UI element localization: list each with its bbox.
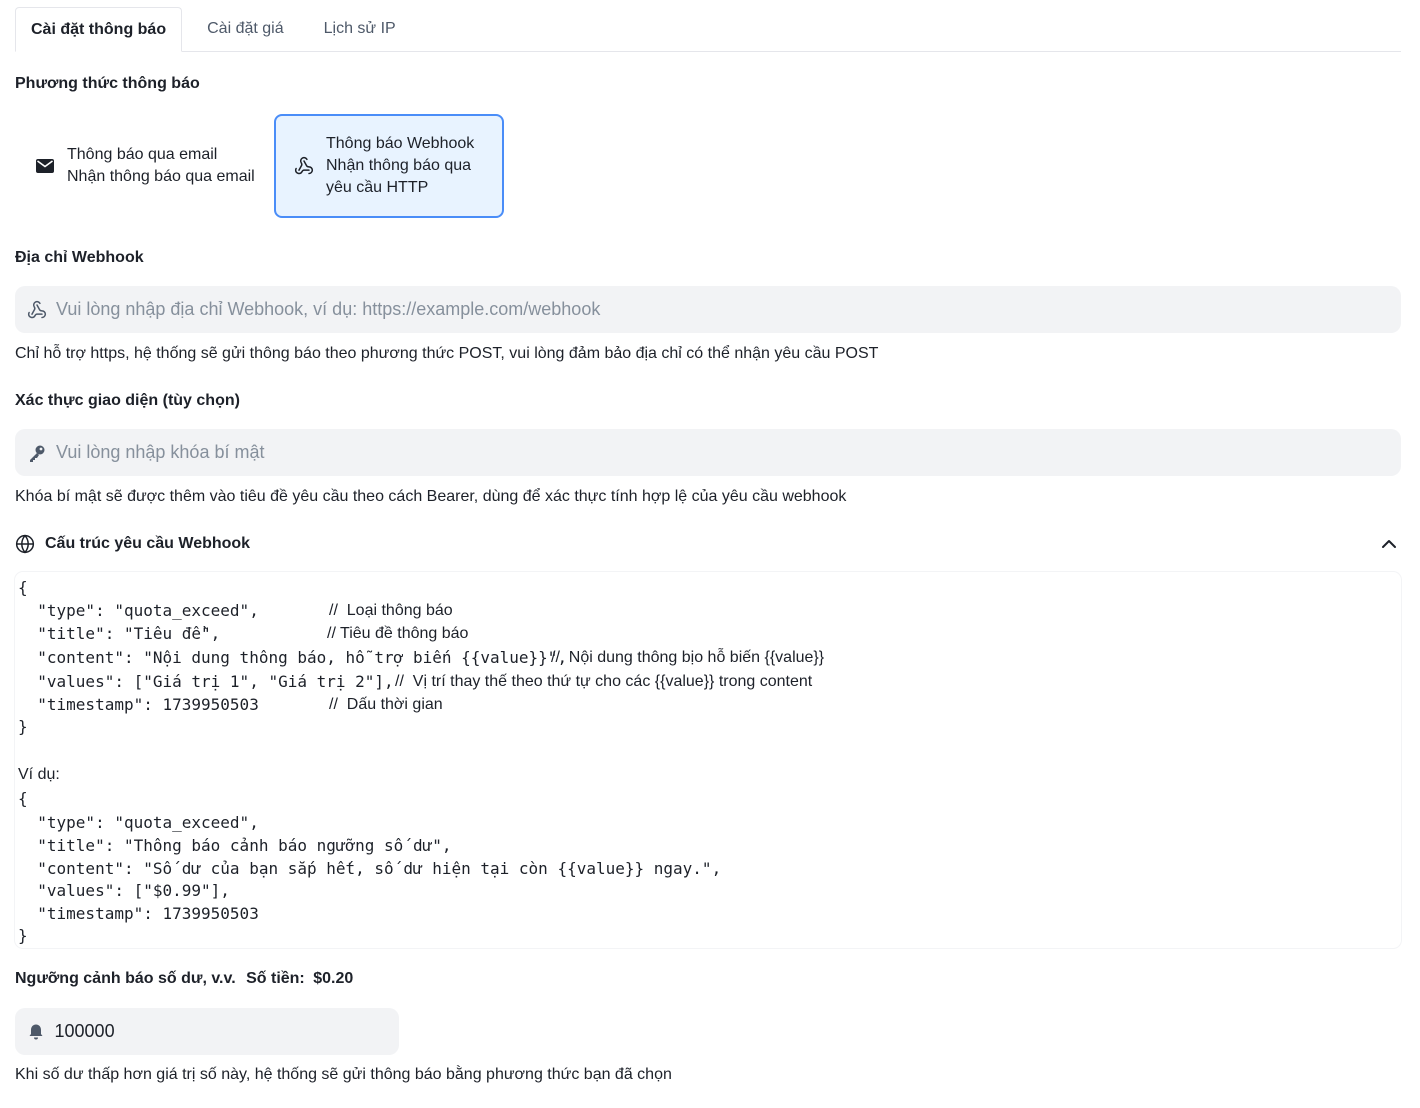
bell-icon (27, 1022, 46, 1042)
secret-field (15, 429, 1401, 476)
webhook-url-help: Chỉ hỗ trợ https, hệ thống sẽ gửi thông … (15, 345, 879, 362)
chevron-up-icon[interactable] (1379, 534, 1399, 554)
threshold-input[interactable] (54, 1021, 399, 1042)
tab-price-settings[interactable]: Cài đặt giá (192, 7, 299, 51)
method-webhook-desc-line2: yêu cầu HTTP (326, 179, 429, 196)
threshold-field (15, 1008, 399, 1055)
example-line: "timestamp": 1739950503 (18, 904, 259, 923)
secret-help: Khóa bí mật sẽ được thêm vào tiêu đề yêu… (15, 488, 847, 505)
code-line: "title": "Tiêu đề", (18, 624, 221, 643)
code-comment: // Vị trí thay thế theo thứ tự cho các {… (395, 673, 813, 690)
code-line: "content": "Nội dung thông báo, hỗ trợ b… (18, 648, 568, 667)
code-close-brace: } (18, 717, 28, 736)
example-label: Ví dụ: (18, 766, 60, 783)
example-line: "values": ["$0.99"], (18, 881, 230, 900)
code-line: "values": ["Giá trị 1", "Giá trị 2"], (18, 672, 394, 691)
code-comment: // Dấu thời gian (329, 696, 443, 713)
code-line: "type": "quota_exceed", (18, 601, 259, 620)
threshold-label: Ngưỡng cảnh báo số dư, v.v. Số tiền: $0.… (15, 970, 353, 988)
method-webhook-option[interactable]: Thông báo Webhook Nhận thông báo qua yêu… (274, 114, 504, 218)
mail-icon (35, 156, 55, 176)
structure-collapse-header[interactable]: Cấu trúc yêu cầu Webhook (15, 530, 1401, 558)
method-email-title: Thông báo qua email (67, 146, 218, 163)
structure-title: Cấu trúc yêu cầu Webhook (45, 535, 251, 552)
method-email-option[interactable]: Thông báo qua email Nhận thông báo qua e… (20, 114, 266, 218)
globe-icon (15, 534, 35, 554)
code-comment: // Tiêu đề thông báo (327, 625, 469, 642)
secret-label: Xác thực giao diện (tùy chọn) (15, 392, 240, 409)
code-comment: // Loại thông báo (329, 602, 453, 619)
method-webhook-desc-line1: Nhận thông báo qua (326, 157, 472, 174)
threshold-label-text: Ngưỡng cảnh báo số dư, v.v. (15, 970, 236, 987)
method-label: Phương thức thông báo (15, 75, 200, 92)
code-open-brace: { (18, 789, 28, 808)
webhook-structure-code: { "type": "quota_exceed", // Loại thông … (15, 572, 1401, 948)
threshold-help: Khi số dư thấp hơn giá trị số này, hệ th… (15, 1066, 672, 1083)
threshold-amount-label: Số tiền: (246, 970, 305, 987)
key-icon (27, 443, 47, 463)
webhook-url-field (15, 286, 1401, 333)
code-open-brace: { (18, 578, 28, 597)
secret-input[interactable] (56, 442, 1401, 463)
threshold-amount: $0.20 (313, 970, 354, 987)
webhook-icon (294, 156, 314, 176)
example-line: "type": "quota_exceed", (18, 813, 259, 832)
webhook-icon (27, 300, 47, 320)
method-email-desc: Nhận thông báo qua email (67, 168, 255, 185)
webhook-url-label: Địa chỉ Webhook (15, 249, 144, 266)
webhook-url-input[interactable] (56, 299, 1401, 320)
example-line: "title": "Thông báo cảnh báo ngưỡng số d… (18, 836, 452, 855)
code-line: "timestamp": 1739950503 (18, 695, 259, 714)
code-comment: // Nội dung thông bịo hỗ biến {{value}} (551, 649, 825, 666)
method-webhook-title: Thông báo Webhook (326, 135, 475, 152)
tab-notification-settings[interactable]: Cài đặt thông báo (15, 7, 183, 52)
example-line: "content": "Số dư của bạn sắp hết, số dư… (18, 859, 722, 878)
code-close-brace: } (18, 926, 28, 945)
tab-bar: Cài đặt thông báo Cài đặt giá Lịch sử IP (15, 7, 1401, 52)
tab-ip-history[interactable]: Lịch sử IP (309, 7, 411, 51)
